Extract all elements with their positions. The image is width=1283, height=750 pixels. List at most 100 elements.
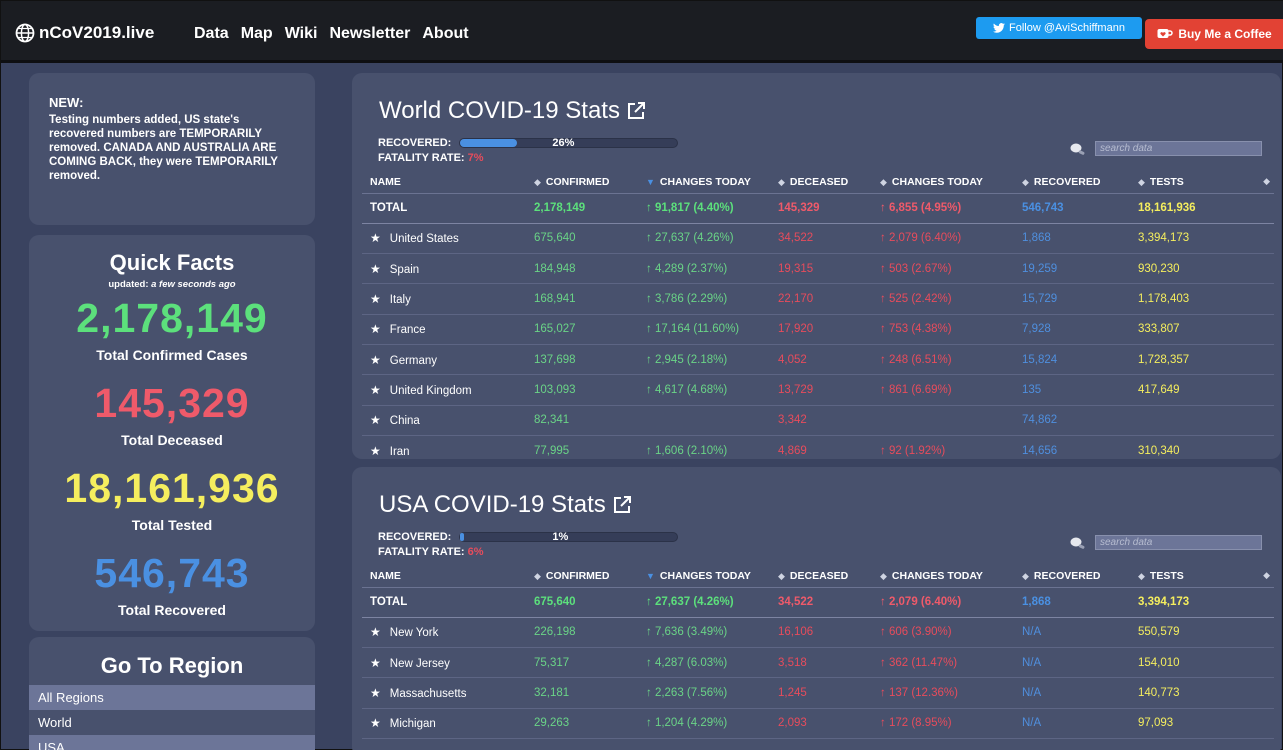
sort-icon: ◆ [1022,570,1029,581]
table-row[interactable]: ★ United Kingdom 103,093 ↑ 4,617 (4.68%) 13,… [362,374,1274,406]
external-link-icon[interactable] [626,101,646,121]
cell-name: ★ Michigan [362,708,534,739]
region-name[interactable]: United Kingdom [390,385,472,397]
star-icon[interactable]: ★ [370,353,381,367]
cell-confirmed: 2,178,149 [534,193,646,224]
world-fatality-pct: 7% [467,152,484,164]
table-row[interactable]: ★ United States 675,640 ↑ 27,637 (4.26%) 34,… [362,223,1274,255]
region-name[interactable]: Massachusetts [390,688,467,700]
region-name[interactable]: Germany [390,355,437,367]
table-row[interactable]: ★ Italy 168,941 ↑ 3,786 (2.29%) 22,170 ↑ 525 … [362,283,1274,315]
star-icon[interactable]: ★ [370,656,381,670]
cell-changes-today: ↑ 2,263 (7.56%) [646,677,778,709]
region-name[interactable]: China [390,415,420,427]
world-fatality-label: FATALITY RATE: [378,152,468,164]
updated-prefix: updated: [108,279,152,290]
world-stats-table: NAME ◆ CONFIRMED ▼ CHANGES TODAY ◆ DECEASED… [362,171,1274,459]
col-header-deceased[interactable]: ◆ DECEASED [778,565,880,588]
region-name[interactable]: Spain [390,264,419,276]
col-header-changes-today[interactable]: ▼ CHANGES TODAY [646,171,778,194]
col-header-confirmed[interactable]: ◆ CONFIRMED [534,565,646,588]
cell-confirmed: 137,698 [534,344,646,376]
region-name[interactable]: New Jersey [390,658,450,670]
external-link-icon[interactable] [612,495,632,515]
nav-link-wiki[interactable]: Wiki [285,25,318,43]
table-row[interactable]: ★ New York 226,198 ↑ 7,636 (3.49%) 16,106 ↑ 6… [362,617,1274,649]
table-total-row[interactable]: TOTAL 675,640 ↑ 27,637 (4.26%) 34,522 ↑ 2,07… [362,587,1274,618]
col-header-changes-text: CHANGES TODAY [659,569,751,582]
table-row[interactable]: ★ Massachusetts 32,181 ↑ 2,263 (7.56%) 1,245… [362,677,1274,709]
table-row[interactable]: ★ Spain 184,948 ↑ 4,289 (2.37%) 19,315 ↑ 503 … [362,253,1274,285]
nav-link-newsletter[interactable]: Newsletter [329,25,410,43]
sort-desc-icon: ▼ [646,570,655,581]
table-row[interactable]: ★ New Jersey 75,317 ↑ 4,287 (6.03%) 3,518 ↑ 3… [362,647,1274,679]
sort-icon: ◆ [1138,176,1145,187]
cell-changes-today: ↑ 4,289 (2.37%) [646,253,778,285]
col-header-deceased-text: DECEASED [789,175,849,188]
table-row[interactable]: ★ China 82,341 3,342 74,862 [362,405,1274,436]
region-name[interactable]: United States [390,233,459,245]
col-header-recovered[interactable]: ◆ RECOVERED [1022,565,1138,588]
cell-name: ★ New York [362,617,534,649]
region-name[interactable]: Iran [390,446,410,458]
cell-name: TOTAL [362,193,534,224]
nav-link-data[interactable]: Data [194,25,229,43]
world-search-input[interactable] [1095,141,1262,156]
table-row[interactable]: ★ France 165,027 ↑ 17,164 (11.60%) 17,920 ↑ 7… [362,314,1274,345]
col-header-tests-text: TESTS [1149,569,1184,582]
cell-deceased: 2,093 [778,708,880,739]
col-header-name[interactable]: NAME [362,171,534,194]
cell-deceased: 17,920 [778,314,880,345]
table-row[interactable]: ★ Germany 137,698 ↑ 2,945 (2.18%) 4,052 ↑ 248… [362,344,1274,376]
col-header-confirmed[interactable]: ◆ CONFIRMED [534,171,646,194]
nav-link-about[interactable]: About [422,25,468,43]
brand-link[interactable]: nCoV2019.live [15,23,154,43]
table-row[interactable]: ★ Iran 77,995 ↑ 1,606 (2.10%) 4,869 ↑ 92 (1.9… [362,435,1274,459]
cell-recovered: N/A [1022,647,1138,679]
star-icon[interactable]: ★ [370,716,381,730]
buy-me-a-coffee-button[interactable]: Buy Me a Coffee [1145,19,1283,49]
total-confirmed-label: Total Confirmed Cases [96,347,248,363]
col-header-name[interactable]: NAME [362,565,534,588]
cell-recovered: 15,729 [1022,283,1138,315]
col-header-recovered[interactable]: ◆ RECOVERED [1022,171,1138,194]
sort-icon: ◆ [778,176,785,187]
brand-name: nCoV2019.live [39,23,155,42]
col-header-deceased[interactable]: ◆ DECEASED [778,171,880,194]
star-icon[interactable]: ★ [370,625,381,639]
cell-confirmed: 32,181 [534,677,646,709]
col-header-deceased-changes[interactable]: ◆ CHANGES TODAY [880,171,1022,194]
region-name[interactable]: Italy [390,294,411,306]
usa-fatality-line: FATALITY RATE: 6% [378,546,484,558]
twitter-follow-button[interactable]: Follow @AviSchiffmann [976,17,1142,39]
star-icon[interactable]: ★ [370,383,381,397]
star-icon[interactable]: ★ [370,686,381,700]
star-icon[interactable]: ★ [370,231,381,245]
cell-confirmed: 82,341 [534,405,646,436]
world-recovered-progress: 26% [459,137,679,149]
region-item-all-regions[interactable]: All Regions [29,685,315,710]
col-header-deceased-changes[interactable]: ◆ CHANGES TODAY [880,565,1022,588]
world-stats-title-text: World COVID-19 Stats [379,97,620,124]
nav-link-map[interactable]: Map [241,25,273,43]
col-header-tests[interactable]: ◆ TESTS ◆ [1138,171,1274,194]
usa-search-input[interactable] [1095,535,1262,550]
table-total-row[interactable]: TOTAL 2,178,149 ↑ 91,817 (4.40%) 145,329 ↑ 6… [362,193,1274,224]
region-name[interactable]: Michigan [390,718,436,730]
star-icon[interactable]: ★ [370,444,381,458]
star-icon[interactable]: ★ [370,262,381,276]
cell-changes-today: ↑ 1,204 (4.29%) [646,708,778,739]
region-name[interactable]: France [390,324,426,336]
col-header-tests[interactable]: ◆ TESTS ◆ [1138,565,1274,588]
region-item-world[interactable]: World [29,710,315,735]
region-name[interactable]: New York [390,627,439,639]
star-icon[interactable]: ★ [370,413,381,427]
star-icon[interactable]: ★ [370,292,381,306]
table-row[interactable]: ★ Michigan 29,263 ↑ 1,204 (4.29%) 2,093 ↑ 172… [362,708,1274,739]
col-header-changes-today[interactable]: ▼ CHANGES TODAY [646,565,778,588]
region-item-usa[interactable]: USA [29,735,315,750]
star-icon[interactable]: ★ [370,322,381,336]
world-stats-panel: World COVID-19 Stats RECOVERED: 26% FATA… [352,73,1281,459]
news-card: NEW: Testing numbers added, US state's r… [29,73,315,225]
world-recovered-label: RECOVERED: [378,137,452,149]
